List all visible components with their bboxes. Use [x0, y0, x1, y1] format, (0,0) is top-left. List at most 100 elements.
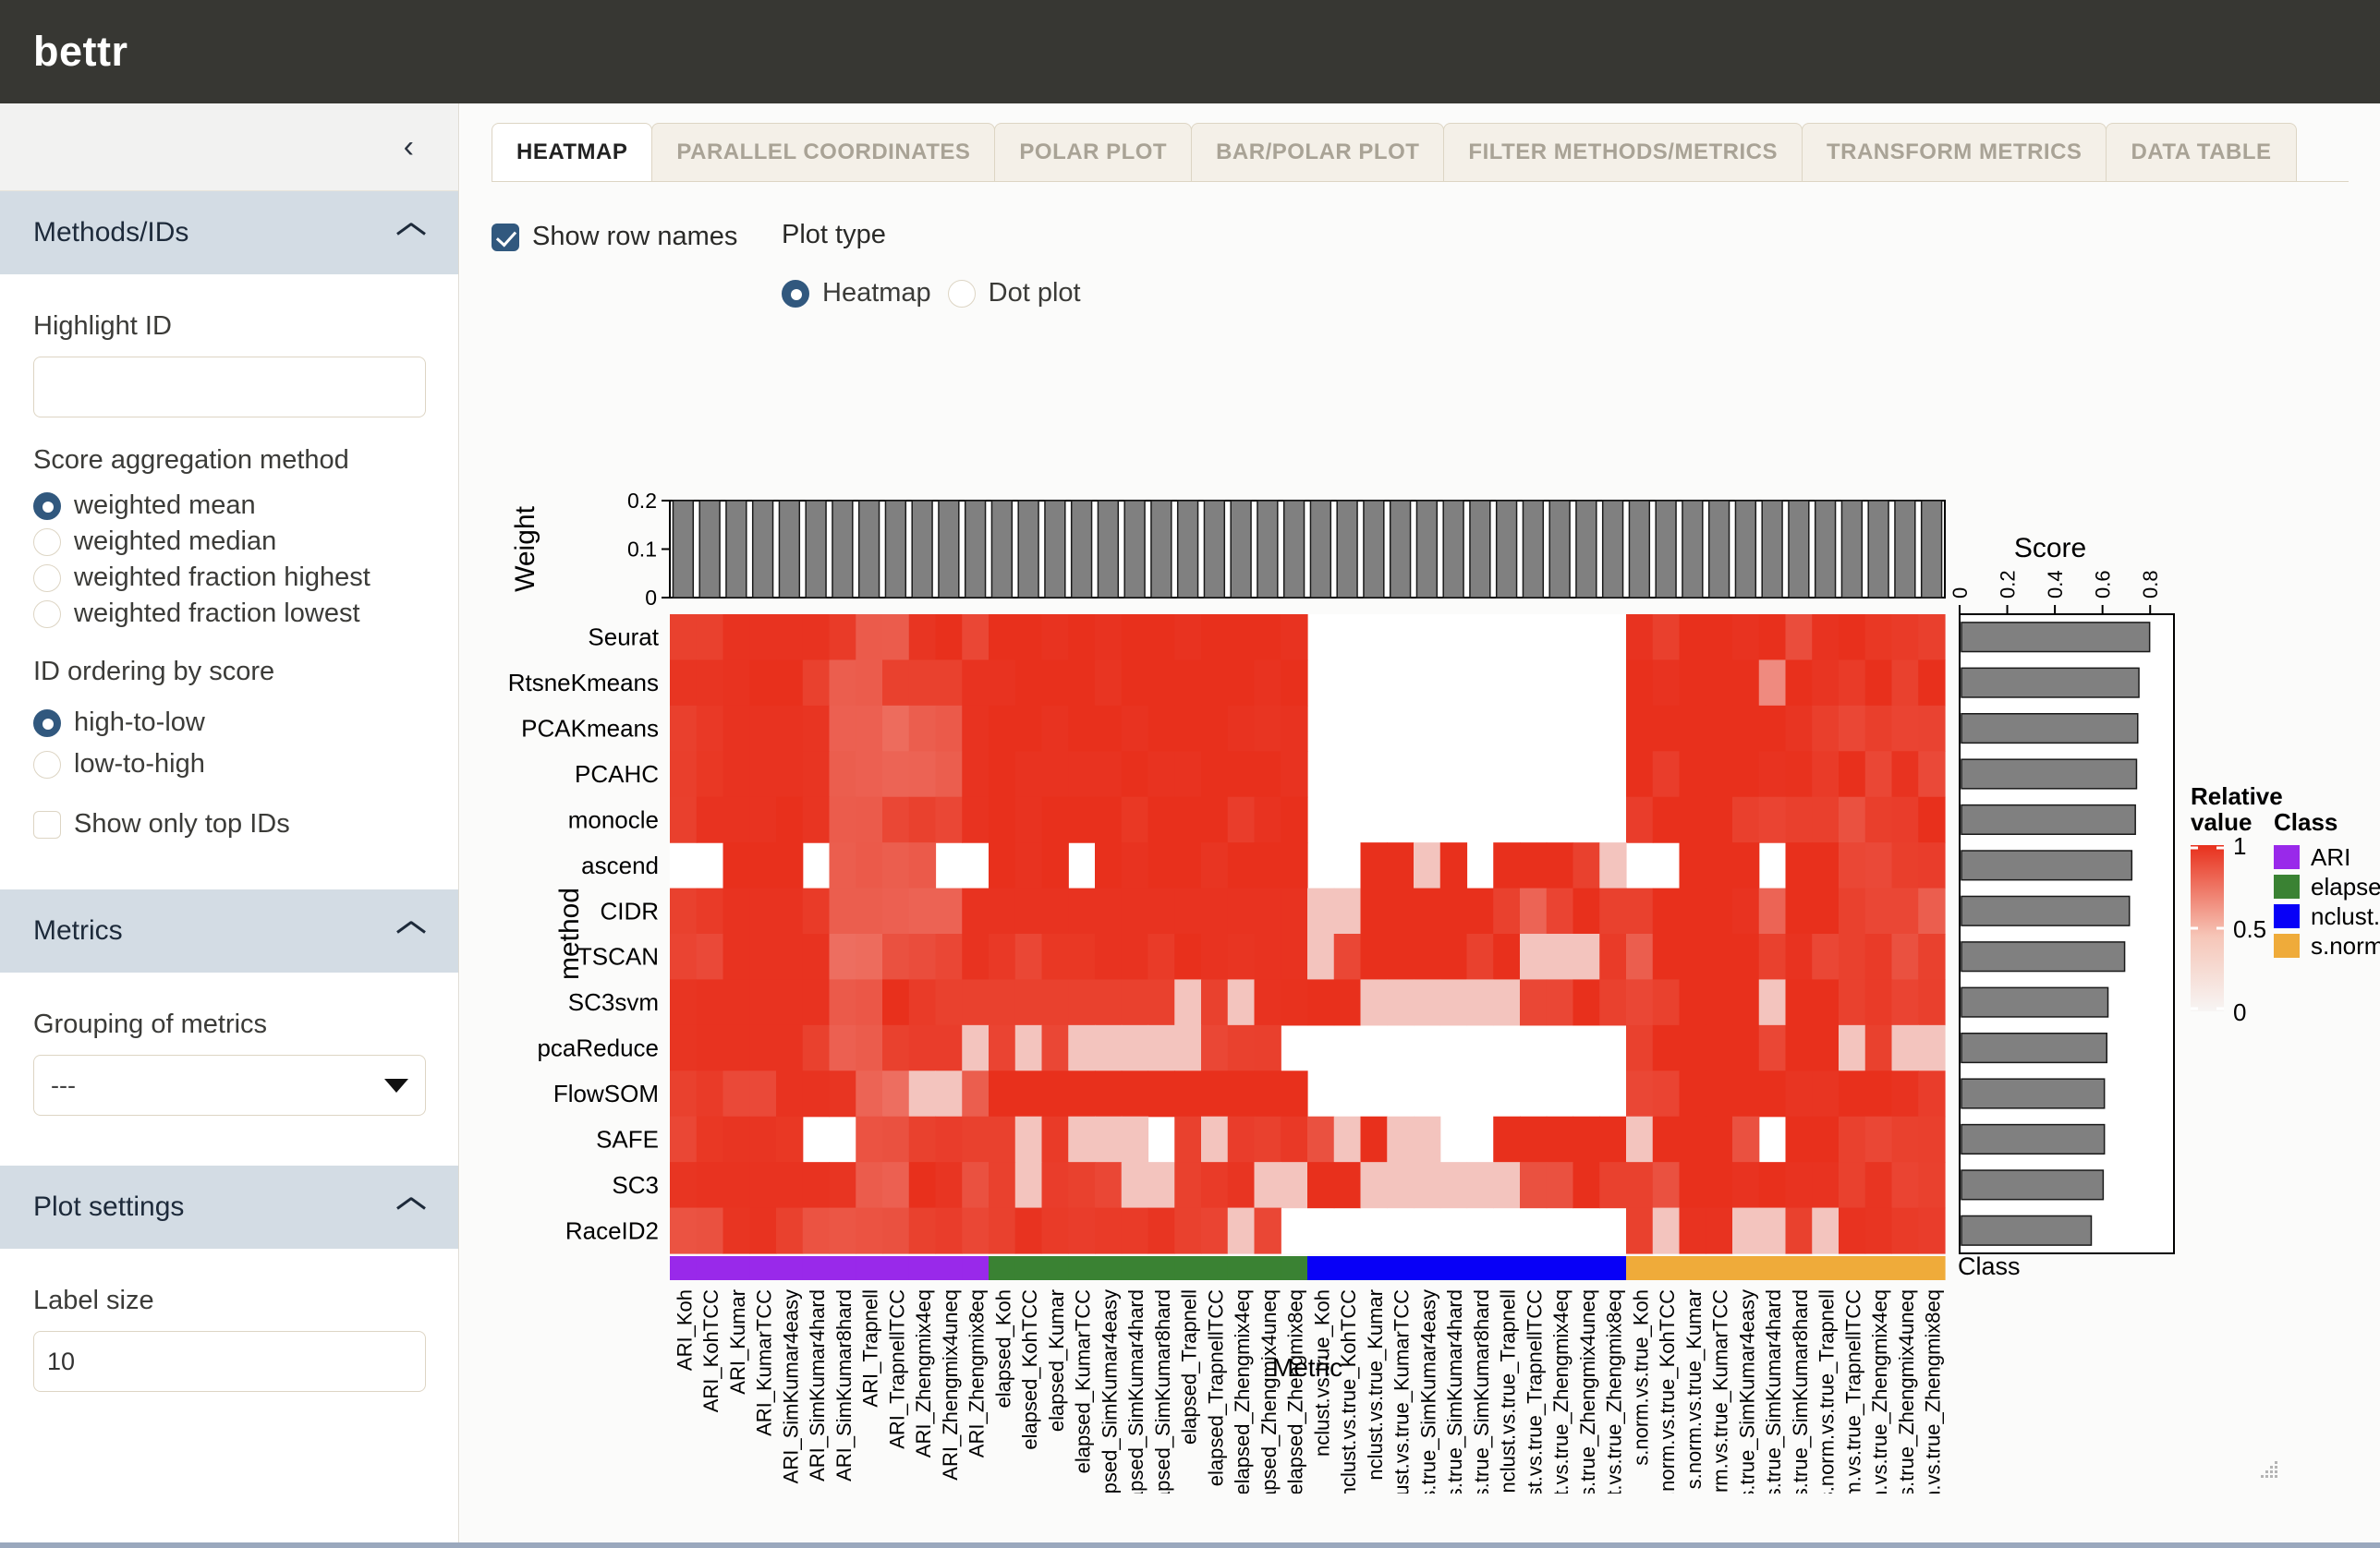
heatmap-cell — [1148, 614, 1175, 661]
tab-transform-metrics[interactable]: TRANSFORM METRICS — [1801, 123, 2107, 181]
tab-parallel-coordinates[interactable]: PARALLEL COORDINATES — [651, 123, 996, 181]
heatmap-column-label: s.norm.vs.true_SimKumar8hard — [1789, 1289, 1812, 1494]
heatmap-cell — [1626, 979, 1654, 1026]
heatmap-cell — [1360, 1162, 1388, 1209]
tab-polar-plot[interactable]: POLAR PLOT — [994, 123, 1193, 181]
radio-weighted-fraction-lowest[interactable]: weighted fraction lowest — [33, 599, 425, 629]
heatmap-cell — [1891, 979, 1919, 1026]
score-bar — [1961, 667, 2140, 698]
heatmap-cell — [1891, 1207, 1919, 1254]
heatmap-cell — [1520, 934, 1548, 981]
heatmap-cell — [1254, 1024, 1281, 1071]
heatmap-cell — [1227, 796, 1256, 843]
heatmap-cell — [1281, 1162, 1308, 1209]
radio-indicator — [33, 599, 61, 628]
heatmap-cell — [1068, 705, 1096, 752]
checkbox-show-row-names[interactable]: Show row names — [492, 222, 737, 252]
heatmap-cell — [1148, 1070, 1175, 1118]
checkbox-show-only-top-ids[interactable]: Show only top IDs — [33, 809, 425, 840]
heatmap-cell — [1307, 934, 1335, 981]
heatmap-cell — [1732, 842, 1760, 889]
heatmap-cell — [1466, 888, 1494, 935]
heatmap-cell — [1333, 934, 1362, 981]
heatmap-cell — [1891, 888, 1919, 935]
class-legend-label: nclust.vs.true — [2311, 902, 2380, 930]
heatmap-cell — [1121, 751, 1149, 798]
heatmap-cell — [1281, 1116, 1308, 1163]
chevron-up-icon[interactable] — [397, 224, 425, 241]
tab-heatmap[interactable]: HEATMAP — [492, 123, 653, 181]
heatmap-cell — [1626, 1162, 1654, 1209]
grouping-of-metrics-select[interactable]: --- — [33, 1055, 426, 1116]
chevron-left-icon[interactable]: ‹ — [404, 131, 414, 163]
heatmap-cell — [1918, 614, 1946, 661]
chevron-up-icon[interactable] — [397, 923, 425, 939]
heatmap-cell — [802, 1162, 831, 1209]
heatmap-cell — [1891, 1162, 1919, 1209]
main-content: HEATMAP PARALLEL COORDINATES POLAR PLOT … — [460, 103, 2380, 1548]
heatmap-cell — [1068, 1116, 1096, 1163]
heatmap-column-label: nclust.vs.true_Trapnell — [1497, 1289, 1520, 1494]
heatmap-cell — [1520, 1162, 1548, 1209]
heatmap-cell — [1121, 1024, 1149, 1071]
heatmap-cell — [1439, 934, 1468, 981]
chevron-up-icon[interactable] — [397, 1199, 425, 1215]
heatmap-column-label: elapsed_SimKumar8hard — [1151, 1289, 1174, 1494]
resize-handle[interactable] — [2258, 1457, 2282, 1481]
radio-weighted-median[interactable]: weighted median — [33, 526, 425, 557]
heatmap-column-label: elapsed_SimKumar4hard — [1124, 1289, 1148, 1494]
heatmap-cell — [856, 751, 883, 798]
heatmap-cell — [1174, 1116, 1202, 1163]
heatmap-cell — [1706, 979, 1733, 1026]
radio-weighted-mean[interactable]: weighted mean — [33, 490, 425, 521]
heatmap-cell — [1626, 614, 1654, 661]
sidebar-panel-methods-ids[interactable]: Methods/IDs — [0, 191, 458, 274]
heatmap-cell — [1864, 1024, 1893, 1071]
heatmap-cell — [1785, 614, 1813, 661]
highlight-id-input[interactable] — [33, 357, 426, 417]
tab-data-table[interactable]: DATA TABLE — [2106, 123, 2297, 181]
heatmap-cell — [1652, 614, 1681, 661]
heatmap-cell — [1148, 934, 1175, 981]
panel-title: Methods/IDs — [33, 217, 189, 248]
heatmap-cell — [1626, 796, 1654, 843]
score-bar — [1961, 895, 2131, 926]
heatmap-cell — [1254, 842, 1281, 889]
weight-bar — [1257, 500, 1279, 599]
score-axis-tick: 0.6 — [2092, 570, 2115, 599]
radio-low-to-high[interactable]: low-to-high — [33, 749, 205, 780]
radio-weighted-fraction-highest[interactable]: weighted fraction highest — [33, 562, 425, 593]
heatmap-cell — [882, 1116, 910, 1163]
sidebar-panel-plot-settings[interactable]: Plot settings — [0, 1166, 458, 1249]
tab-filter-methods-metrics[interactable]: FILTER METHODS/METRICS — [1443, 123, 1803, 181]
heatmap-cell — [1360, 934, 1388, 981]
heatmap-cell — [989, 705, 1016, 752]
radio-high-to-low[interactable]: high-to-low — [33, 707, 205, 738]
heatmap-cell — [1839, 1207, 1866, 1254]
class-strip-cell — [1095, 1256, 1123, 1280]
heatmap-cell — [1679, 1207, 1706, 1254]
sidebar-panel-metrics[interactable]: Metrics — [0, 889, 458, 973]
heatmap-cell — [989, 1162, 1016, 1209]
heatmap-column-label: s.norm.vs.true_Trapnell — [1815, 1289, 1839, 1494]
radio-label: low-to-high — [74, 749, 205, 779]
heatmap-cell — [1732, 614, 1760, 661]
weight-bar — [1894, 500, 1916, 599]
class-strip-cell — [1387, 1256, 1415, 1280]
heatmap-cell — [1014, 934, 1043, 981]
heatmap-cell — [1068, 1207, 1096, 1254]
heatmap-plot: 0.2 0.1 0 Weight Seurat RtsneKmeans PCAKmeans P… — [460, 302, 2380, 1548]
heatmap-cell — [1758, 1207, 1787, 1254]
label-size-input[interactable] — [33, 1331, 426, 1392]
heatmap-cell — [935, 1162, 963, 1209]
heatmap-cell — [1227, 659, 1256, 707]
heatmap-cell — [1891, 842, 1919, 889]
heatmap-row-label: CIDR — [600, 897, 659, 925]
class-strip-cell — [935, 1256, 963, 1280]
heatmap-cell — [1706, 751, 1733, 798]
heatmap-cell — [1201, 842, 1229, 889]
heatmap-cell — [1014, 1024, 1043, 1071]
heatmap-cell — [696, 796, 724, 843]
tab-bar-polar-plot[interactable]: BAR/POLAR PLOT — [1191, 123, 1445, 181]
heatmap-column-label: ARI_Zhengmix4eq — [912, 1289, 935, 1457]
